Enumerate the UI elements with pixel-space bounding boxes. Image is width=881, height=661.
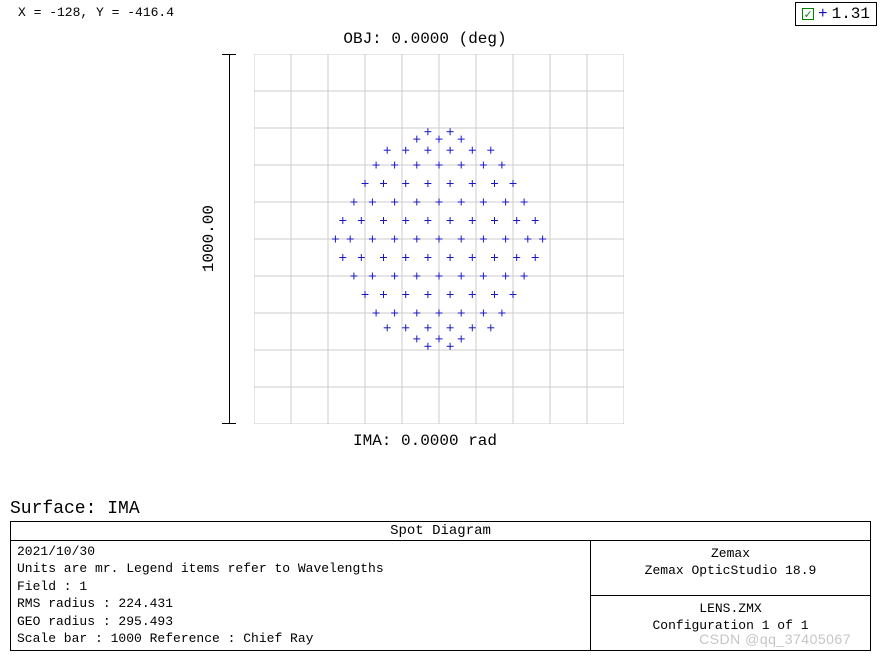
lens-file: LENS.ZMX	[597, 600, 864, 618]
spot-plot	[254, 54, 624, 424]
watermark: CSDN @qq_37405067	[699, 631, 851, 647]
legend-check-icon: ✓	[802, 8, 814, 20]
info-panel: Surface: IMA Spot Diagram 2021/10/30 Uni…	[10, 499, 871, 651]
software-name: Zemax	[597, 545, 864, 563]
wavelength-legend: ✓ + 1.31	[795, 2, 877, 26]
scale-bar-label: 1000.00	[200, 205, 218, 272]
spot-diagram-chart: OBJ: 0.0000 (deg) 1000.00 IMA: 0.0000 ra…	[200, 30, 650, 470]
info-title: Spot Diagram	[11, 522, 870, 541]
surface-label: Surface: IMA	[10, 499, 871, 519]
info-geo: GEO radius : 295.493	[17, 613, 584, 631]
cursor-coordinates: X = -128, Y = -416.4	[18, 5, 174, 20]
info-scale: Scale bar : 1000 Reference : Chief Ray	[17, 630, 584, 648]
chart-title-bottom: IMA: 0.0000 rad	[200, 432, 650, 450]
info-left-block: 2021/10/30 Units are mr. Legend items re…	[11, 541, 590, 650]
info-rms: RMS radius : 224.431	[17, 595, 584, 613]
info-date: 2021/10/30	[17, 543, 584, 561]
plus-icon: +	[818, 5, 828, 23]
info-units: Units are mr. Legend items refer to Wave…	[17, 560, 584, 578]
info-software-block: Zemax Zemax OpticStudio 18.9	[590, 541, 870, 596]
legend-value: 1.31	[832, 5, 870, 23]
scale-bar-vertical	[222, 54, 236, 424]
software-version: Zemax OpticStudio 18.9	[597, 562, 864, 580]
chart-title-top: OBJ: 0.0000 (deg)	[200, 30, 650, 48]
info-field: Field : 1	[17, 578, 584, 596]
